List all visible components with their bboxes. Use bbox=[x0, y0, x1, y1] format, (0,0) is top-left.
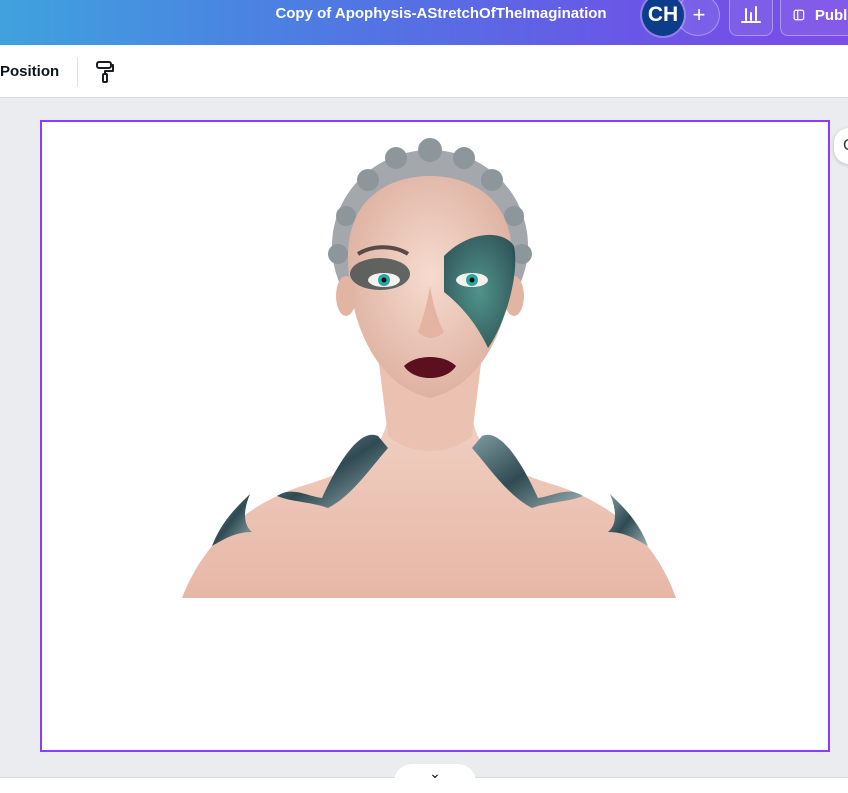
document-title[interactable]: Copy of Apophysis-AStretchOfTheImaginati… bbox=[255, 0, 627, 30]
collapse-toggle-button[interactable]: ⌄ bbox=[394, 764, 476, 782]
publish-button[interactable]: Publish bbox=[780, 0, 848, 36]
publish-label: Publish bbox=[814, 6, 848, 24]
page-background bbox=[46, 126, 824, 746]
bar-chart-icon bbox=[741, 6, 761, 23]
user-avatar[interactable]: CH bbox=[642, 0, 684, 36]
paint-roller-icon bbox=[96, 61, 114, 83]
position-button[interactable]: Position bbox=[0, 57, 65, 87]
plus-icon: + bbox=[692, 2, 706, 27]
design-page[interactable] bbox=[40, 120, 830, 752]
editor-toolbar: Position bbox=[0, 45, 848, 98]
top-header: Copy of Apophysis-AStretchOfTheImaginati… bbox=[0, 0, 848, 45]
layout-icon bbox=[793, 9, 805, 21]
chevron-down-icon: ⌄ bbox=[429, 765, 441, 781]
toolbar-divider bbox=[77, 57, 78, 87]
copy-style-button[interactable] bbox=[90, 57, 120, 87]
insights-button[interactable] bbox=[729, 0, 773, 36]
canvas-area bbox=[0, 98, 848, 778]
portrait-image[interactable] bbox=[182, 136, 678, 598]
